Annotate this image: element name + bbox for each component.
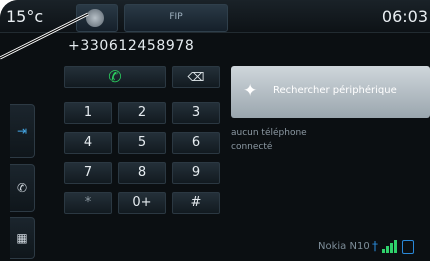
sidebar-contacts-button[interactable]: ▦ bbox=[10, 217, 35, 259]
phone-menu-icon: ✆ bbox=[16, 181, 28, 195]
connection-status-line1: aucun téléphone bbox=[231, 128, 307, 138]
left-sidebar: ⇥ ✆ ▦ bbox=[0, 104, 36, 261]
battery-icon bbox=[402, 240, 414, 254]
bluetooth-icon: † bbox=[372, 239, 378, 253]
clock: 06:03 bbox=[381, 7, 428, 26]
backspace-icon: ⌫ bbox=[187, 70, 205, 84]
search-device-label: Rechercher périphérique bbox=[273, 85, 397, 96]
key-1[interactable]: 1 bbox=[64, 102, 112, 124]
key-0-plus[interactable]: 0+ bbox=[118, 192, 166, 214]
call-icon: ✆ bbox=[108, 67, 122, 86]
dial-keypad: ✆ ⌫ 1 2 3 4 5 6 7 8 9 * 0+ # bbox=[64, 66, 222, 226]
key-7[interactable]: 7 bbox=[64, 162, 112, 184]
contacts-icon: ▦ bbox=[16, 231, 28, 245]
sidebar-enter-button[interactable]: ⇥ bbox=[10, 104, 35, 158]
radio-station-tab[interactable]: FIP bbox=[124, 4, 228, 32]
bluetooth-search-icon: ✦ bbox=[243, 81, 258, 101]
sidebar-phone-menu-button[interactable]: ✆ bbox=[10, 164, 35, 212]
enter-icon: ⇥ bbox=[16, 124, 28, 138]
paired-device-name: Nokia N10 bbox=[318, 241, 370, 252]
search-device-button[interactable]: ✦ Rechercher périphérique bbox=[231, 66, 430, 118]
signal-strength-icon bbox=[382, 239, 398, 253]
key-5[interactable]: 5 bbox=[118, 132, 166, 154]
call-button[interactable]: ✆ bbox=[64, 66, 166, 88]
radio-station-label: FIP bbox=[169, 12, 183, 22]
key-4[interactable]: 4 bbox=[64, 132, 112, 154]
key-9[interactable]: 9 bbox=[172, 162, 220, 184]
backspace-button[interactable]: ⌫ bbox=[172, 66, 220, 88]
key-8[interactable]: 8 bbox=[118, 162, 166, 184]
key-3[interactable]: 3 bbox=[172, 102, 220, 124]
key-2[interactable]: 2 bbox=[118, 102, 166, 124]
key-hash[interactable]: # bbox=[172, 192, 220, 214]
connection-status-line2: connecté bbox=[231, 142, 273, 152]
key-star[interactable]: * bbox=[64, 192, 112, 214]
key-6[interactable]: 6 bbox=[172, 132, 220, 154]
callout-line bbox=[0, 12, 89, 60]
